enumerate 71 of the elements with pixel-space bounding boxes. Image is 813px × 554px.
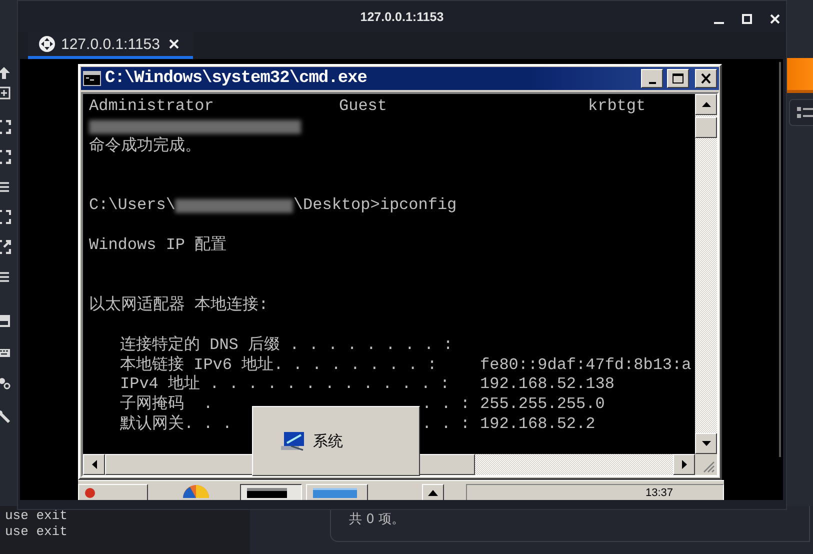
expand-icon[interactable] bbox=[0, 240, 11, 254]
console-label: 子网掩码 . bbox=[120, 395, 213, 414]
console-text: Guest bbox=[339, 97, 388, 117]
console-label: 连接特定的 DNS 后缀 . . . . . . . . : bbox=[120, 336, 453, 356]
list-icon bbox=[797, 106, 813, 118]
console-text: 以太网适配器 本地连接: bbox=[89, 296, 268, 316]
terminal-line: use exit bbox=[5, 524, 68, 540]
window-title: C:\Windows\system32\cmd.exe bbox=[105, 69, 368, 88]
maximize-button[interactable] bbox=[667, 69, 689, 88]
remote-desktop-icon bbox=[39, 36, 55, 52]
minimize-icon bbox=[648, 82, 656, 84]
expand-button[interactable] bbox=[422, 484, 444, 500]
terminal-line: use exit bbox=[5, 508, 68, 524]
computer-icon bbox=[281, 431, 307, 451]
console-text: 命令成功完成。 bbox=[89, 136, 201, 157]
resize-grip-icon[interactable] bbox=[701, 459, 715, 473]
list-icon[interactable] bbox=[0, 270, 11, 284]
minimize-button[interactable] bbox=[641, 69, 663, 88]
console-value: 192.168.52.2 bbox=[480, 415, 596, 436]
maximize-icon bbox=[672, 73, 684, 84]
scroll-left-icon[interactable] bbox=[92, 460, 96, 469]
console-text: C:\Users\ bbox=[89, 196, 176, 216]
wrench-icon[interactable] bbox=[0, 410, 11, 424]
start-icon bbox=[85, 488, 95, 498]
add-box-icon[interactable] bbox=[0, 86, 11, 100]
console-label: . . : bbox=[422, 395, 470, 416]
menu-item[interactable]: 系统 bbox=[313, 432, 343, 450]
browser-icon[interactable] bbox=[182, 484, 210, 498]
console-icon bbox=[83, 71, 101, 86]
status-text: 共 0 项。 bbox=[349, 512, 405, 527]
console-value: fe80::9daf:47fd:8b13:a bbox=[480, 356, 692, 376]
frame-icon[interactable] bbox=[0, 210, 11, 224]
console-text: Administrator bbox=[89, 97, 215, 117]
keyboard-icon[interactable] bbox=[0, 346, 11, 360]
console-icon bbox=[247, 488, 287, 498]
console-value: 192.168.52.138 bbox=[480, 375, 614, 396]
window-title: 127.0.0.1:1153 bbox=[360, 10, 444, 24]
scroll-right-icon[interactable] bbox=[682, 460, 686, 469]
list-icon[interactable] bbox=[0, 180, 11, 194]
console-label: 本地链接 IPv6 地址. . . . . . . . : bbox=[120, 356, 437, 374]
clock-text: 13:37 bbox=[645, 486, 673, 498]
close-icon[interactable] bbox=[169, 39, 179, 50]
up-arrow-icon bbox=[428, 490, 438, 496]
scroll-down-icon[interactable] bbox=[702, 441, 710, 446]
console-label: . . : bbox=[422, 415, 470, 436]
taskbar-button[interactable] bbox=[240, 484, 302, 500]
console-label: 默认网关. . . bbox=[120, 415, 232, 436]
maximize-icon bbox=[742, 14, 752, 24]
close-button[interactable] bbox=[695, 69, 717, 88]
up-arrow-icon[interactable] bbox=[0, 66, 11, 80]
console-text: Windows IP 配置 bbox=[89, 236, 227, 256]
toolbar-banner bbox=[786, 58, 813, 93]
console-text: \Desktop>ipconfig bbox=[293, 196, 457, 216]
frame-icon[interactable] bbox=[0, 120, 11, 134]
save-icon[interactable] bbox=[0, 314, 11, 328]
start-button[interactable] bbox=[78, 484, 148, 500]
minimize-icon bbox=[714, 22, 724, 24]
close-icon bbox=[700, 73, 712, 84]
scroll-thumb[interactable] bbox=[695, 117, 717, 138]
console-text: krbtgt bbox=[588, 97, 647, 117]
console-value: 255.255.255.0 bbox=[480, 395, 605, 416]
console-label: IPv4 地址 . . . . . . . . . . . . : bbox=[120, 375, 450, 395]
window-icon bbox=[313, 488, 357, 498]
tab[interactable]: 127.0.0.1:1153 bbox=[28, 32, 193, 59]
settings-icon[interactable] bbox=[0, 376, 11, 390]
close-icon bbox=[770, 14, 780, 24]
vertical-scrollbar[interactable] bbox=[695, 94, 717, 454]
list-view-button[interactable] bbox=[789, 99, 813, 126]
scroll-up-icon[interactable] bbox=[702, 102, 710, 107]
frame-icon[interactable] bbox=[0, 150, 11, 164]
scroll-bar[interactable] bbox=[779, 62, 781, 457]
